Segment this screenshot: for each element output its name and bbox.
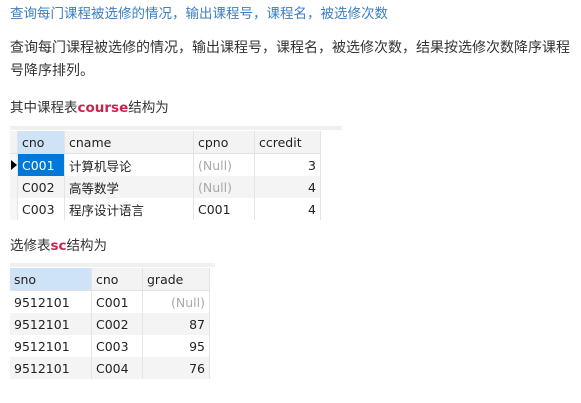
table-cell[interactable]: (Null) (142, 290, 210, 313)
page-title: 查询每门课程被选修的情况，输出课程号，课程名，被选修次数 (10, 6, 388, 22)
row-indicator (10, 176, 18, 198)
table-row[interactable]: 9512101 C003 95 (10, 335, 210, 357)
table-cell[interactable]: C001 (193, 198, 255, 220)
course-header-row: cno cname cpno ccredit (10, 131, 321, 154)
table-row[interactable]: 9512101 C002 87 (10, 313, 210, 335)
table-cell[interactable]: 9512101 (10, 335, 92, 357)
row-indicator (10, 198, 18, 220)
row-pointer-icon (11, 159, 17, 170)
grid-top-border (10, 263, 215, 267)
table-cell[interactable]: C001 (17, 153, 65, 176)
table-row[interactable]: C002 高等数学 (Null) 4 (10, 176, 321, 198)
table-cell[interactable]: 程序设计语言 (64, 198, 194, 220)
course-table: cno cname cpno ccredit C001 计算机导论 (Null)… (10, 131, 321, 220)
table-row[interactable]: 9512101 C004 76 (10, 357, 210, 379)
table-row[interactable]: 9512101 C001 (Null) (10, 290, 210, 313)
sc-heading-prefix: 选修表 (10, 238, 51, 254)
course-heading-suffix: 结构为 (128, 100, 169, 116)
table-cell[interactable]: 9512101 (10, 290, 92, 313)
sc-table-grid[interactable]: sno cno grade 9512101 C001 (Null) 951210… (10, 263, 215, 383)
table-cell[interactable]: C003 (91, 335, 143, 357)
table-cell[interactable]: 计算机导论 (64, 153, 194, 176)
table-cell[interactable]: C001 (91, 290, 143, 313)
table-cell[interactable]: 9512101 (10, 313, 92, 335)
row-indicator-header (10, 131, 18, 154)
table-row[interactable]: C003 程序设计语言 C001 4 (10, 198, 321, 220)
course-col-header[interactable]: cname (64, 131, 194, 154)
course-section-heading: 其中课程表course结构为 (10, 96, 169, 116)
course-table-grid[interactable]: cno cname cpno ccredit C001 计算机导论 (Null)… (10, 126, 342, 220)
row-indicator (10, 153, 18, 176)
course-heading-prefix: 其中课程表 (10, 100, 78, 116)
table-cell[interactable]: C003 (17, 198, 65, 220)
course-col-header[interactable]: cpno (193, 131, 255, 154)
sc-table: sno cno grade 9512101 C001 (Null) 951210… (10, 268, 210, 379)
table-cell[interactable]: (Null) (193, 153, 255, 176)
table-cell[interactable]: 95 (142, 335, 210, 357)
table-row[interactable]: C001 计算机导论 (Null) 3 (10, 153, 321, 176)
table-cell[interactable]: 4 (254, 176, 321, 198)
problem-description: 查询每门课程被选修的情况，输出课程号，课程名，被选修次数，结果按选修次数降序课程… (10, 40, 570, 79)
course-col-header[interactable]: cno (17, 131, 65, 154)
table-cell[interactable]: C004 (91, 357, 143, 379)
sc-heading-suffix: 结构为 (66, 238, 108, 254)
sc-header-row: sno cno grade (10, 268, 210, 291)
table-cell[interactable]: 4 (254, 198, 321, 220)
sc-col-header[interactable]: grade (142, 268, 210, 291)
table-cell[interactable]: 87 (142, 313, 210, 335)
course-heading-keyword: course (77, 100, 129, 116)
table-cell[interactable]: C002 (91, 313, 143, 335)
sc-col-header[interactable]: sno (10, 268, 92, 291)
table-cell[interactable]: 76 (142, 357, 210, 379)
table-cell[interactable]: 9512101 (10, 357, 92, 379)
table-cell[interactable]: C002 (17, 176, 65, 198)
grid-top-border (10, 126, 342, 130)
sc-section-heading: 选修表sc结构为 (10, 234, 107, 254)
sc-heading-keyword: sc (50, 238, 67, 254)
table-cell[interactable]: (Null) (193, 176, 255, 198)
course-col-header[interactable]: ccredit (254, 131, 321, 154)
table-cell[interactable]: 3 (254, 153, 321, 176)
table-cell[interactable]: 高等数学 (64, 176, 194, 198)
sc-col-header[interactable]: cno (91, 268, 143, 291)
